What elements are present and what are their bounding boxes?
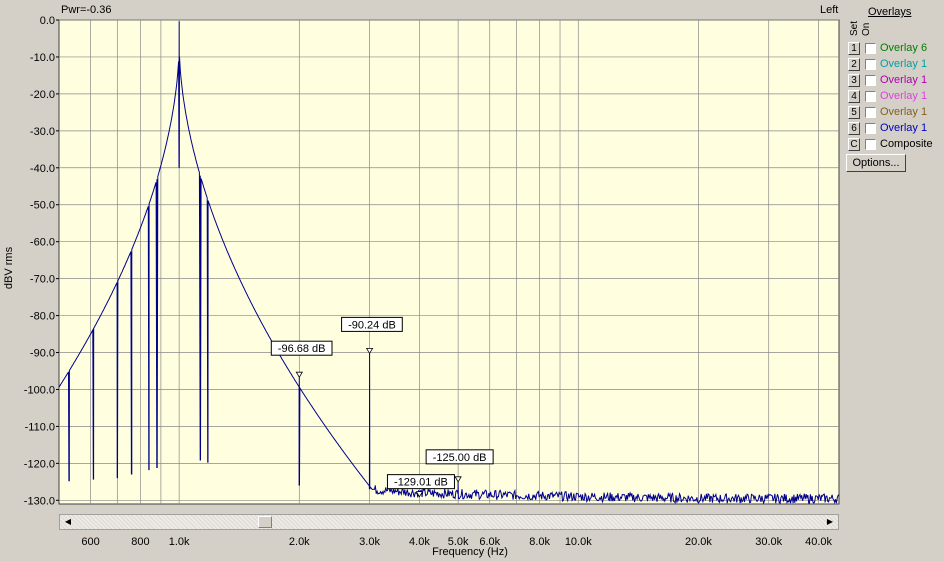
overlay-label: Overlay 1 [880, 74, 928, 86]
x-tick-label: 20.0k [685, 536, 712, 548]
y-tick-label: -60.0 [30, 237, 55, 249]
overlay-label: Composite [880, 138, 933, 150]
overlay-set-button[interactable]: 3 [848, 74, 860, 87]
y-tick-label: -100.0 [24, 384, 55, 396]
x-tick-label: 3.0k [359, 536, 380, 548]
overlay-label: Overlay 6 [880, 42, 928, 54]
marker-label: -125.00 dB [433, 452, 487, 464]
horizontal-scrollbar[interactable]: ◀ ▶ [59, 514, 839, 530]
y-tick-label: -10.0 [30, 52, 55, 64]
set-column-header: Set [849, 20, 860, 36]
y-tick-label: -30.0 [30, 126, 55, 138]
scroll-thumb[interactable] [258, 516, 272, 528]
marker-label: -96.68 dB [278, 343, 326, 355]
overlay-set-button[interactable]: 6 [848, 122, 860, 135]
x-axis-label: Frequency (Hz) [432, 546, 508, 558]
options-button[interactable]: Options... [846, 154, 906, 172]
x-tick-label: 2.0k [289, 536, 310, 548]
overlay-label: Overlay 1 [880, 90, 928, 102]
y-tick-label: -120.0 [24, 458, 55, 470]
overlay-on-checkbox[interactable] [865, 91, 876, 102]
y-tick-label: 0.0 [40, 15, 55, 27]
x-tick-label: 800 [131, 536, 149, 548]
analyzer-window: Pwr=-0.36 Left 0.0 -10.0 -20.0 -30.0 -40.0 -5… [0, 0, 944, 561]
overlay-set-button[interactable]: C [848, 138, 860, 151]
marker-label: -90.24 dB [348, 319, 396, 331]
y-tick-label: -90.0 [30, 348, 55, 360]
overlay-on-checkbox[interactable] [865, 123, 876, 134]
y-tick-label: -110.0 [25, 421, 55, 433]
scroll-left-icon[interactable]: ◀ [61, 516, 75, 528]
x-tick-label: 30.0k [755, 536, 782, 548]
overlay-set-button[interactable]: 2 [848, 58, 860, 71]
y-axis-label: dBV rms [3, 246, 16, 290]
x-tick-label: 1.0k [169, 536, 190, 548]
overlays-title: Overlays [868, 6, 912, 18]
y-tick-label: -130.0 [24, 495, 55, 507]
overlay-set-button[interactable]: 1 [848, 42, 860, 55]
overlay-set-button[interactable]: 4 [848, 90, 860, 103]
overlay-label: Overlay 1 [880, 58, 928, 70]
overlay-on-checkbox[interactable] [865, 43, 876, 54]
x-tick-label: 40.0k [805, 536, 832, 548]
spectrum-chart: 0.0 -10.0 -20.0 -30.0 -40.0 -50.0 -60.0 -70.0 -8… [24, 15, 840, 548]
x-tick-label: 10.0k [565, 536, 592, 548]
overlays-panel: Overlays Set On 1 Overlay 6 2 Overlay 1 3 Ove… [842, 0, 944, 561]
overlay-label: Overlay 1 [880, 106, 928, 118]
overlay-on-checkbox[interactable] [865, 75, 876, 86]
overlay-on-checkbox[interactable] [865, 107, 876, 118]
y-tick-label: -40.0 [30, 163, 55, 175]
x-tick-label: 600 [81, 536, 99, 548]
overlay-on-checkbox[interactable] [865, 139, 876, 150]
on-column-header: On [861, 22, 872, 36]
overlay-on-checkbox[interactable] [865, 59, 876, 70]
y-tick-label: -70.0 [30, 274, 55, 286]
y-tick-label: -80.0 [30, 311, 55, 323]
y-tick-label: -50.0 [30, 200, 55, 212]
overlay-label: Overlay 1 [880, 122, 928, 134]
scroll-right-icon[interactable]: ▶ [823, 516, 837, 528]
marker-label: -129.01 dB [394, 477, 448, 489]
overlay-set-button[interactable]: 5 [848, 106, 860, 119]
y-tick-label: -20.0 [30, 89, 55, 101]
y-axis-label-box: dBV rms [0, 240, 30, 300]
